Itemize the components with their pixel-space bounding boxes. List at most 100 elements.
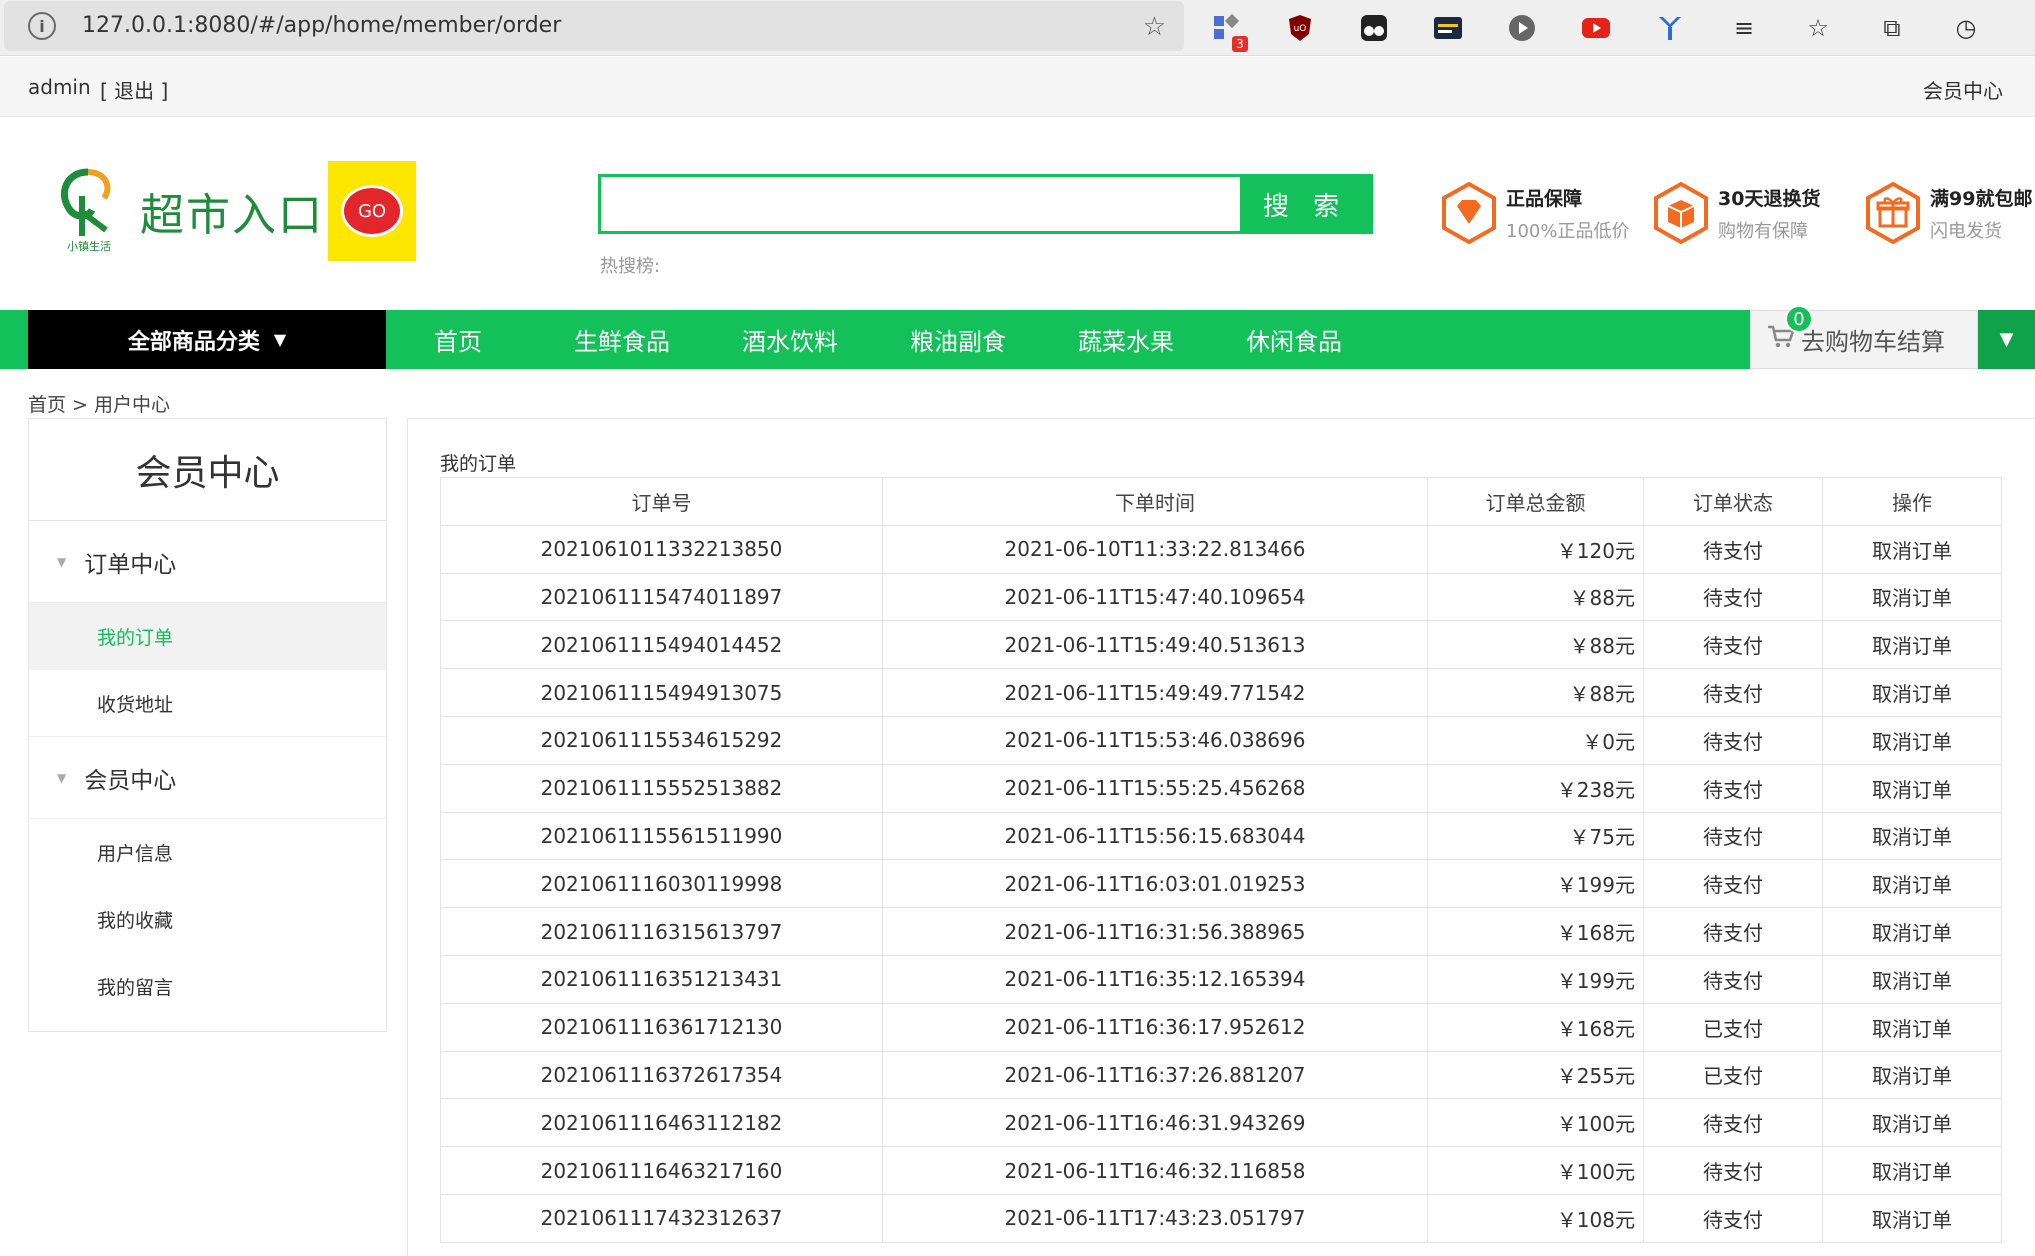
play-icon[interactable] [1506, 12, 1538, 44]
orders-table: 订单号 下单时间 订单总金额 订单状态 操作 20210610113322138… [440, 477, 2002, 1243]
cancel-order-link[interactable]: 取消订单 [1822, 572, 2002, 622]
breadcrumb: 首页 > 用户中心 [28, 394, 170, 416]
table-row: 2021061117432312637 2021-06-11T17:43:23.0… [440, 1193, 2002, 1243]
sidebar-item-addresses[interactable]: 收货地址 [29, 670, 386, 737]
nav-item-snacks[interactable]: 休闲食品 [1210, 310, 1378, 369]
collections-icon[interactable]: ⧉ [1876, 12, 1908, 44]
order-status: 待支付 [1643, 668, 1823, 717]
triangle-down-icon: ▼ [57, 554, 67, 569]
member-sidebar: 会员中心 ▼ 订单中心 我的订单 收货地址 ▼ 会员中心 用户信息 我的收藏 我… [28, 418, 387, 1032]
cancel-order-link[interactable]: 取消订单 [1822, 1002, 2002, 1052]
guarantee-title: 正品保障 [1506, 187, 1583, 210]
cancel-order-link[interactable]: 取消订单 [1822, 668, 2002, 717]
orders-title: 我的订单 [440, 453, 517, 475]
extension-badge: 3 [1232, 36, 1248, 52]
caret-down-icon: ▼ [273, 330, 287, 349]
sidebar-item-my-orders[interactable]: 我的订单 [29, 603, 386, 670]
table-row: 2021061116372617354 2021-06-11T16:37:26.8… [440, 1050, 2002, 1100]
cancel-order-link[interactable]: 取消订单 [1822, 859, 2002, 909]
reading-list-icon[interactable]: ≡ [1728, 12, 1760, 44]
order-time: 2021-06-11T16:46:32.116858 [882, 1146, 1428, 1195]
cart-label: 去购物车结算 [1801, 328, 1945, 356]
cancel-order-link[interactable]: 取消订单 [1822, 1146, 2002, 1195]
guarantee-subtitle: 闪电发货 [1930, 220, 2002, 242]
column-header: 订单号 [440, 477, 883, 526]
ublock-icon[interactable]: uO [1284, 12, 1316, 44]
order-amount: ￥238元 [1427, 763, 1644, 813]
extension-grid-icon[interactable]: 3 [1210, 12, 1248, 52]
cancel-order-link[interactable]: 取消订单 [1822, 954, 2002, 1004]
order-number: 2021061115552513882 [440, 763, 883, 813]
guarantee-subtitle: 100%正品低价 [1506, 220, 1630, 242]
logo-go-badge: GO [328, 161, 416, 261]
column-header: 订单状态 [1643, 477, 1823, 526]
nav-item-vegetables[interactable]: 蔬菜水果 [1042, 310, 1210, 369]
cart-checkout-button[interactable]: 0 去购物车结算 [1750, 305, 1978, 369]
order-number: 2021061115561511990 [440, 811, 883, 861]
order-number: 2021061116315613797 [440, 907, 883, 956]
sidebar-item-favorites[interactable]: 我的收藏 [29, 886, 386, 953]
member-center-link[interactable]: 会员中心 [1923, 75, 2003, 104]
logo-mark: 小镇生活 [48, 166, 130, 256]
url-text[interactable]: 127.0.0.1:8080/#/app/home/member/order [82, 13, 561, 38]
sidebar-group-member[interactable]: ▼ 会员中心 [29, 737, 386, 819]
cancel-order-link[interactable]: 取消订单 [1822, 620, 2002, 670]
cancel-order-link[interactable]: 取消订单 [1822, 524, 2002, 574]
nav-item-fresh[interactable]: 生鲜食品 [538, 310, 706, 369]
cancel-order-link[interactable]: 取消订单 [1822, 907, 2002, 956]
order-amount: ￥88元 [1427, 572, 1644, 622]
order-time: 2021-06-11T16:46:31.943269 [882, 1098, 1428, 1148]
sidebar-item-user-info[interactable]: 用户信息 [29, 819, 386, 886]
column-header: 下单时间 [882, 477, 1428, 526]
cancel-order-link[interactable]: 取消订单 [1822, 1050, 2002, 1100]
triangle-down-icon: ▼ [57, 770, 67, 785]
vpn-icon[interactable] [1654, 12, 1686, 44]
all-categories-button[interactable]: 全部商品分类 ▼ [28, 310, 386, 369]
youtube-icon[interactable] [1580, 12, 1612, 44]
history-icon[interactable]: ◷ [1950, 12, 1982, 44]
svg-text:uO: uO [1294, 24, 1307, 34]
order-amount: ￥168元 [1427, 1002, 1644, 1052]
search-input[interactable] [601, 177, 1240, 231]
order-amount: ￥100元 [1427, 1098, 1644, 1148]
table-row: 2021061115494014452 2021-06-11T15:49:40.5… [440, 620, 2002, 670]
order-amount: ￥88元 [1427, 620, 1644, 670]
order-status: 待支付 [1643, 954, 1823, 1004]
site-info-icon[interactable]: i [28, 12, 56, 40]
cancel-order-link[interactable]: 取消订单 [1822, 763, 2002, 813]
order-time: 2021-06-11T15:55:25.456268 [882, 763, 1428, 813]
caret-down-icon: ▼ [1999, 329, 2014, 350]
order-number: 2021061116351213431 [440, 954, 883, 1004]
favorites-icon[interactable]: ☆ [1802, 12, 1834, 44]
bookmark-star-icon[interactable]: ☆ [1143, 12, 1166, 42]
order-time: 2021-06-11T16:37:26.881207 [882, 1050, 1428, 1100]
logout-link[interactable]: [ 退出 ] [100, 75, 168, 104]
order-amount: ￥100元 [1427, 1146, 1644, 1195]
sidebar-item-messages[interactable]: 我的留言 [29, 953, 386, 1020]
tampermonkey-icon[interactable] [1358, 12, 1390, 44]
nav-item-home[interactable]: 首页 [398, 310, 538, 369]
order-amount: ￥255元 [1427, 1050, 1644, 1100]
nav-item-grain-oil[interactable]: 粮油副食 [874, 310, 1042, 369]
screen-reader-icon[interactable] [1432, 12, 1464, 44]
box-icon [1652, 181, 1710, 245]
cancel-order-link[interactable]: 取消订单 [1822, 1193, 2002, 1243]
order-number: 2021061116372617354 [440, 1050, 883, 1100]
order-number: 2021061011332213850 [440, 524, 883, 574]
order-number: 2021061115474011897 [440, 572, 883, 622]
cart-dropdown-toggle[interactable]: ▼ [1978, 310, 2035, 369]
order-number: 2021061116463112182 [440, 1098, 883, 1148]
search-button[interactable]: 搜 索 [1240, 177, 1370, 231]
cancel-order-link[interactable]: 取消订单 [1822, 715, 2002, 765]
address-bar[interactable]: i 127.0.0.1:8080/#/app/home/member/order… [4, 1, 1184, 51]
cancel-order-link[interactable]: 取消订单 [1822, 811, 2002, 861]
sidebar-group-orders[interactable]: ▼ 订单中心 [29, 521, 386, 603]
logo-go-text: GO [341, 185, 403, 237]
nav-item-drinks[interactable]: 酒水饮料 [706, 310, 874, 369]
order-amount: ￥75元 [1427, 811, 1644, 861]
search-bar: 搜 索 [598, 174, 1373, 234]
site-logo[interactable]: 小镇生活 超市入口 GO [48, 160, 428, 262]
table-row: 2021061116361712130 2021-06-11T16:36:17.9… [440, 1002, 2002, 1052]
all-categories-label: 全部商品分类 [127, 329, 260, 355]
cancel-order-link[interactable]: 取消订单 [1822, 1098, 2002, 1148]
